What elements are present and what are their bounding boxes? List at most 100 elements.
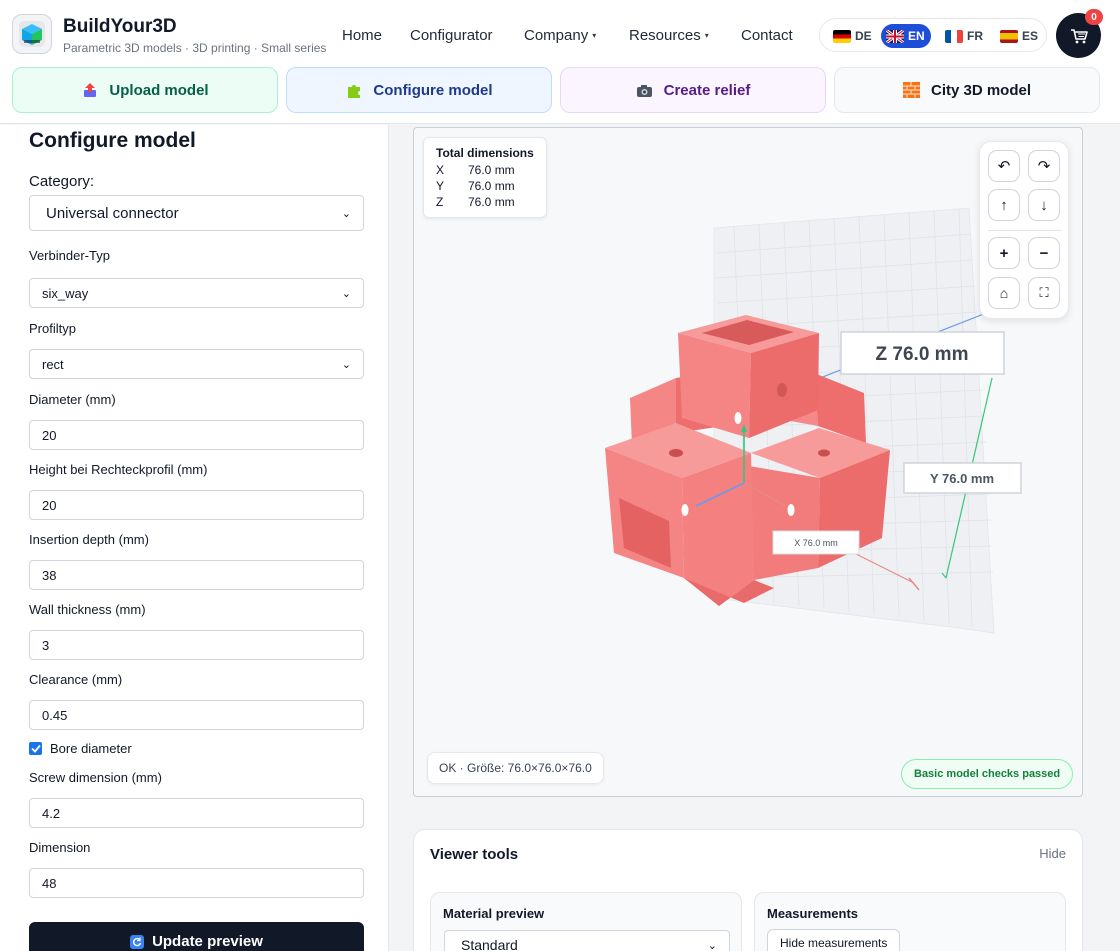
brand-subtitle: Parametric 3D models · 3D printing · Sma… (63, 41, 327, 55)
material-value: Standard (461, 937, 518, 951)
home-icon: ⌂ (999, 285, 1009, 301)
camera-icon (636, 81, 654, 99)
reset-view-button[interactable]: ⌂ (988, 277, 1020, 309)
nav-label: Configurator (410, 27, 493, 44)
site-header: BuildYour3D Parametric 3D models · 3D pr… (0, 0, 1120, 124)
height-value: 20 (42, 497, 57, 513)
insertion-depth-input[interactable]: 38 (29, 560, 364, 590)
svg-text:X 76.0 mm: X 76.0 mm (794, 538, 838, 548)
x-dimension-label: X 76.0 mm (772, 530, 860, 555)
measurements-card: Measurements Hide measurements (754, 892, 1066, 951)
chevron-down-icon: ⌄ (341, 358, 351, 371)
screw-dimension-input[interactable]: 4.2 (29, 798, 364, 828)
viewer-tools-title: Viewer tools (430, 846, 519, 863)
puzzle-icon (345, 81, 363, 99)
wall-thickness-label: Wall thickness (mm) (29, 602, 146, 617)
tab-configure-model[interactable]: Configure model (286, 67, 552, 113)
tab-upload-model[interactable]: Upload model (12, 67, 278, 113)
rotate-right-button[interactable]: ↷ (1028, 150, 1060, 182)
flag-fr-icon (945, 29, 963, 43)
dim-row-z: Z 76.0 mm (436, 194, 534, 210)
refresh-icon (130, 935, 145, 949)
nav-configurator[interactable]: Configurator (410, 27, 493, 44)
nav-label: Contact (741, 27, 793, 44)
language-switcher: DE EN FR ES (819, 18, 1047, 52)
tab-label: Create relief (663, 81, 751, 99)
lang-fr[interactable]: FR (940, 24, 989, 48)
plus-icon: + (999, 244, 1009, 262)
lang-code: EN (908, 29, 925, 43)
nav-home[interactable]: Home (342, 27, 382, 44)
z-dimension-label: Z 76.0 mm (840, 331, 1005, 375)
height-input[interactable]: 20 (29, 490, 364, 520)
tab-label: Configure model (373, 81, 493, 99)
fullscreen-button[interactable]: ⛶ (1028, 277, 1060, 309)
pan-up-button[interactable]: ↑ (988, 189, 1020, 221)
bricks-icon (903, 81, 921, 99)
dim-row-x: X 76.0 mm (436, 162, 534, 178)
diameter-input[interactable]: 20 (29, 420, 364, 450)
lang-code: FR (967, 29, 983, 43)
screw-dimension-label: Screw dimension (mm) (29, 770, 162, 785)
bore-diameter-checkbox[interactable] (29, 742, 42, 755)
brand-logo[interactable] (12, 14, 52, 54)
tab-create-relief[interactable]: Create relief (560, 67, 826, 113)
insertion-depth-label: Insertion depth (mm) (29, 532, 149, 547)
tab-city-3d-model[interactable]: City 3D model (834, 67, 1100, 113)
arrow-up-icon: ↑ (1000, 196, 1008, 214)
dim-axis: X (436, 163, 445, 177)
nav-contact[interactable]: Contact (741, 27, 793, 44)
status-pill: OK · Größe: 76.0×76.0×76.0 (427, 752, 604, 784)
lang-en[interactable]: EN (881, 24, 931, 48)
screw-dimension-value: 4.2 (42, 805, 61, 821)
caret-down-icon: ▾ (592, 31, 597, 40)
y-dimension-label: Y 76.0 mm (903, 462, 1022, 494)
chevron-down-icon: ⌄ (341, 287, 351, 300)
lang-code: ES (1022, 29, 1039, 43)
flag-de-icon (833, 29, 851, 43)
diameter-value: 20 (42, 427, 57, 443)
zoom-in-button[interactable]: + (988, 237, 1020, 269)
rotate-left-icon: ↶ (997, 158, 1011, 175)
bore-diameter-row[interactable]: Bore diameter (29, 741, 132, 756)
rotate-left-button[interactable]: ↶ (988, 150, 1020, 182)
dim-value: 76.0 mm (468, 179, 515, 193)
checkmark-icon (30, 744, 41, 753)
fullscreen-icon: ⛶ (1039, 285, 1049, 300)
pan-down-button[interactable]: ↓ (1028, 189, 1060, 221)
material-select[interactable]: Standard ⌄ (444, 930, 730, 951)
arrow-down-icon: ↓ (1040, 196, 1048, 214)
connector-type-select[interactable]: six_way ⌄ (29, 278, 364, 308)
measurements-title: Measurements (767, 906, 859, 921)
connector-type-label: Verbinder-Typ (29, 248, 110, 263)
model-checks-badge: Basic model checks passed (901, 759, 1074, 789)
clearance-input[interactable]: 0.45 (29, 700, 364, 730)
insertion-depth-value: 38 (42, 567, 57, 583)
dim-axis: Y (436, 179, 445, 193)
lang-de[interactable]: DE (828, 24, 878, 48)
connector-type-value: six_way (42, 285, 89, 301)
wall-thickness-input[interactable]: 3 (29, 630, 364, 660)
lang-es[interactable]: ES (995, 24, 1044, 48)
bore-diameter-label: Bore diameter (50, 741, 132, 756)
dim-value: 76.0 mm (468, 195, 515, 209)
dimension-value: 48 (42, 875, 57, 891)
nav-company[interactable]: Company ▾ (524, 27, 596, 44)
hide-tools-link[interactable]: Hide (1039, 846, 1066, 861)
material-preview-title: Material preview (443, 906, 545, 921)
profile-type-label: Profiltyp (29, 321, 76, 336)
nav-label: Company (524, 27, 589, 44)
hide-measurements-button[interactable]: Hide measurements (767, 929, 901, 951)
zoom-out-button[interactable]: − (1028, 237, 1060, 269)
profile-type-select[interactable]: rect ⌄ (29, 349, 364, 379)
model-viewer[interactable]: Z 76.0 mm Y 76.0 mm X 76.0 mm Total dime… (413, 127, 1083, 797)
nav-resources[interactable]: Resources ▾ (629, 27, 709, 44)
dimension-input[interactable]: 48 (29, 868, 364, 898)
upload-icon (81, 81, 99, 99)
nav-label: Home (342, 27, 383, 44)
dimension-label: Dimension (29, 840, 91, 855)
category-select[interactable]: Universal connector ⌄ (29, 195, 364, 231)
brand-title[interactable]: BuildYour3D (63, 16, 177, 38)
update-preview-button[interactable]: Update preview (29, 922, 364, 951)
tab-label: City 3D model (930, 81, 1032, 99)
